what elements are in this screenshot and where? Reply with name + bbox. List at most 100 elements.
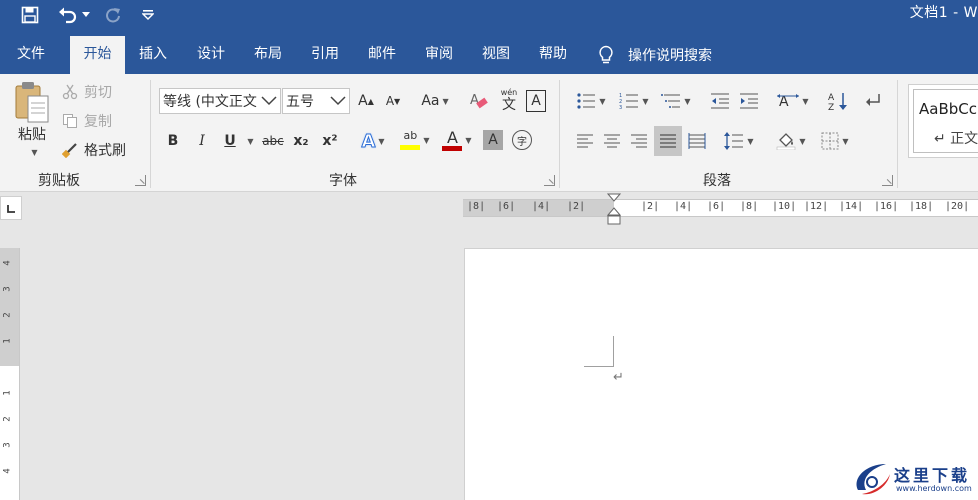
- site-watermark: 这里下载 www.herdown.com: [852, 458, 978, 500]
- align-left-icon[interactable]: [574, 130, 596, 152]
- undo-icon[interactable]: [56, 4, 78, 26]
- horizontal-ruler[interactable]: |8| |6| |4| |2| |2| |4| |6| |8| |10| |12…: [463, 199, 978, 217]
- ruler-tick: 2: [2, 312, 13, 318]
- highlighter-icon: ab: [400, 130, 421, 150]
- ribbon-home: 粘贴 ▼ 剪切 复制 格式刷 剪贴板 等线 (中文正文 五号 A ▲ A ▼ Aa ▼…: [0, 74, 978, 192]
- highlight-swatch: [400, 145, 421, 150]
- highlight-color-button[interactable]: ab ▼: [396, 126, 434, 154]
- copy-icon: [62, 113, 78, 129]
- tab-file[interactable]: 文件: [6, 36, 56, 74]
- italic-button[interactable]: I: [193, 130, 211, 152]
- margin-crop-mark: [613, 336, 614, 366]
- font-launcher-icon[interactable]: [544, 175, 555, 186]
- watermark-text: 这里下载: [894, 466, 971, 485]
- tab-insert[interactable]: 插入: [130, 36, 176, 74]
- tab-stop-selector[interactable]: [0, 196, 22, 220]
- tab-references[interactable]: 引用: [302, 36, 348, 74]
- ruler-tick: 1: [2, 338, 13, 344]
- chevron-down-icon[interactable]: [327, 89, 349, 113]
- tell-me-label: 操作说明搜索: [628, 48, 712, 64]
- style-normal[interactable]: AaBbCcI ↵ 正文: [913, 89, 978, 153]
- ruler-tick: |8|: [467, 201, 486, 212]
- tab-view[interactable]: 视图: [473, 36, 519, 74]
- ruler-tick: |6|: [497, 201, 516, 212]
- strikethrough-button[interactable]: abc: [261, 130, 285, 152]
- clear-formatting-icon[interactable]: A: [468, 90, 490, 112]
- align-center-icon[interactable]: [601, 130, 623, 152]
- tab-layout[interactable]: 布局: [245, 36, 291, 74]
- text-effects-button[interactable]: A ▼: [356, 130, 390, 152]
- indent-markers-icon[interactable]: [606, 193, 622, 225]
- font-color-button[interactable]: A ▼: [438, 126, 476, 154]
- ruler-tick: |4|: [674, 201, 693, 212]
- grow-font-button[interactable]: A ▲: [356, 90, 376, 112]
- character-shading-button[interactable]: A: [483, 130, 503, 150]
- bold-button[interactable]: B: [164, 130, 182, 152]
- borders-button[interactable]: ▼: [816, 130, 854, 152]
- tab-mailings[interactable]: 邮件: [359, 36, 405, 74]
- phonetic-guide-button[interactable]: wén 文: [497, 86, 521, 116]
- enclose-characters-button[interactable]: 字: [512, 130, 532, 150]
- distributed-icon[interactable]: [686, 130, 708, 152]
- shading-button[interactable]: ▼: [772, 130, 810, 152]
- font-name-combo[interactable]: 等线 (中文正文: [159, 88, 281, 114]
- decrease-indent-icon[interactable]: [708, 90, 732, 112]
- bullets-icon: [576, 92, 596, 110]
- increase-indent-icon[interactable]: [737, 90, 761, 112]
- tab-review[interactable]: 审阅: [416, 36, 462, 74]
- underline-dropdown-icon[interactable]: ▼: [243, 130, 255, 152]
- save-icon[interactable]: [18, 4, 42, 26]
- font-color-label: A: [446, 127, 458, 147]
- font-size-combo[interactable]: 五号: [282, 88, 350, 114]
- sort-icon[interactable]: AZ: [826, 90, 850, 112]
- chinese-layout-button[interactable]: A ▼: [774, 90, 812, 112]
- ruler-tick: |14|: [839, 201, 864, 212]
- paragraph-launcher-icon[interactable]: [882, 175, 893, 186]
- clipboard-launcher-icon[interactable]: [135, 175, 146, 186]
- ruler-tick: |2|: [567, 201, 586, 212]
- change-case-button[interactable]: Aa ▼: [418, 90, 452, 112]
- align-right-icon[interactable]: [628, 130, 650, 152]
- multilevel-list-icon: [661, 92, 681, 110]
- cut-label: 剪切: [84, 85, 112, 101]
- subscript-button[interactable]: x₂: [290, 130, 312, 152]
- line-spacing-button[interactable]: ▼: [720, 130, 758, 152]
- vertical-ruler[interactable]: 4 3 2 1 1 2 3 4: [0, 248, 20, 500]
- ruler-tick: 2: [2, 416, 13, 422]
- shrink-font-button[interactable]: A ▼: [383, 90, 403, 112]
- document-title: 文档1 - W: [909, 5, 978, 21]
- text-effects-icon: A: [361, 130, 376, 152]
- tab-design[interactable]: 设计: [188, 36, 234, 74]
- paragraph-mark: ↵: [613, 370, 624, 385]
- svg-text:A: A: [470, 93, 479, 108]
- numbering-icon: 123: [619, 92, 639, 110]
- ruler-tick: |18|: [909, 201, 934, 212]
- styles-gallery[interactable]: AaBbCcI ↵ 正文: [908, 84, 978, 158]
- ribbon-tabs: 文件 开始 插入 设计 布局 引用 邮件 审阅 视图 帮助 操作说明搜索: [0, 32, 978, 74]
- numbering-button[interactable]: 1 2 3 ▼: [615, 90, 653, 112]
- justify-icon[interactable]: [654, 126, 682, 156]
- line-spacing-icon: [724, 132, 744, 150]
- undo-dropdown-icon[interactable]: [80, 4, 92, 26]
- bullets-button[interactable]: ▼: [572, 90, 610, 112]
- multilevel-list-button[interactable]: ▼: [657, 90, 695, 112]
- show-formatting-marks-icon[interactable]: [861, 90, 885, 112]
- chevron-down-icon[interactable]: [258, 89, 280, 113]
- tab-help[interactable]: 帮助: [530, 36, 576, 74]
- underline-button[interactable]: U: [220, 130, 240, 152]
- ruler-tick: |6|: [707, 201, 726, 212]
- paint-bucket-icon: [776, 132, 796, 150]
- format-painter-button[interactable]: 格式刷: [62, 140, 126, 160]
- customize-quick-access-icon[interactable]: [140, 4, 156, 26]
- character-border-button[interactable]: A: [526, 90, 546, 112]
- paste-dropdown-icon[interactable]: ▼: [26, 146, 40, 158]
- tab-home[interactable]: 开始: [70, 36, 125, 74]
- paste-icon[interactable]: [10, 80, 54, 124]
- ruler-tick: |16|: [874, 201, 899, 212]
- superscript-button[interactable]: x²: [319, 130, 341, 152]
- paste-button[interactable]: 粘贴: [12, 124, 52, 144]
- tell-me-search[interactable]: 操作说明搜索: [598, 36, 712, 74]
- font-size-value: 五号: [286, 94, 314, 110]
- ruler-tick: 3: [2, 286, 13, 292]
- lightbulb-icon: [598, 45, 614, 65]
